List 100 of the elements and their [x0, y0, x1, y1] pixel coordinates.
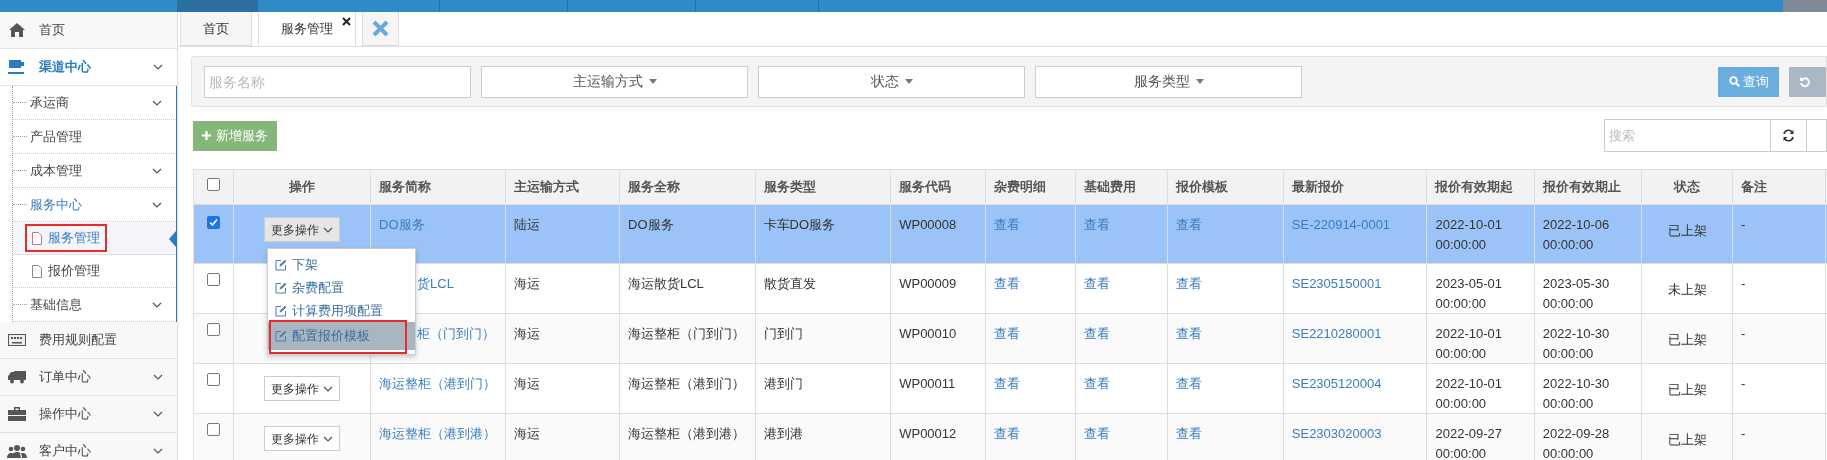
table-row[interactable]: 更多操作 海运整柜（港到港） 海运 海运整柜（港到港） 港到港 WP00012 查看 查看 查看 SE2303020003 2022-09-27 00:00:00 2022-09-28 00:00:00 已上架 -: [193, 413, 1827, 460]
sidebar-subitem[interactable]: 产品管理: [13, 120, 176, 154]
edit-icon: [275, 281, 288, 294]
table-link[interactable]: SE2305120004: [1291, 376, 1382, 391]
table-cell: 2022-09-28 00:00:00: [1542, 426, 1610, 460]
table-cell: 已上架: [1667, 332, 1707, 347]
tab[interactable]: 服务管理: [258, 12, 356, 46]
refresh-button[interactable]: [1771, 119, 1807, 152]
more-actions-button[interactable]: 更多操作: [264, 426, 341, 451]
table-cell: 2022-10-01 00:00:00: [1435, 376, 1502, 411]
table-cell: -: [1741, 426, 1746, 441]
table-link[interactable]: 查看: [994, 276, 1021, 291]
sidebar-subitem[interactable]: 报价管理: [13, 255, 176, 288]
table-link[interactable]: 查看: [1176, 326, 1203, 341]
undo-icon: [1799, 75, 1811, 88]
table-link[interactable]: 查看: [1084, 426, 1111, 441]
table-cell: 港到门: [763, 376, 803, 391]
table-cell: 海运: [513, 376, 540, 391]
column-header[interactable]: 报价模板: [1167, 169, 1284, 205]
table-link[interactable]: 查看: [1176, 426, 1203, 441]
checkbox[interactable]: [207, 216, 221, 229]
sidebar-item[interactable]: 渠道中心: [0, 49, 177, 86]
filter-dropdown[interactable]: 服务类型: [1035, 65, 1302, 98]
table-cell: 海运整柜（港到门）: [628, 376, 745, 391]
checkbox[interactable]: [207, 423, 221, 436]
close-icon[interactable]: [342, 17, 351, 26]
table-cell: 2023-05-30 00:00:00: [1542, 276, 1610, 311]
table-row[interactable]: 更多操作 海运整柜（港到门） 海运 海运整柜（港到门） 港到门 WP00011 查看 查看 查看 SE2305120004 2022-10-01 00:00:00 2022-10-30 00:00:00 已上架 -: [193, 363, 1827, 414]
column-header[interactable]: 操作: [233, 169, 371, 205]
table-link[interactable]: 查看: [994, 326, 1021, 341]
column-header[interactable]: 杂费明细: [985, 169, 1076, 205]
table-link[interactable]: 查看: [994, 376, 1021, 391]
more-actions-button[interactable]: 更多操作: [264, 217, 341, 242]
refresh-icon: [1782, 129, 1795, 142]
keyboard-icon: [8, 334, 26, 346]
column-header[interactable]: 基础费用: [1075, 169, 1168, 205]
table-cell: -: [1741, 326, 1746, 341]
checkbox[interactable]: [207, 178, 221, 192]
table-link[interactable]: 柜（门到门）: [417, 326, 496, 341]
table-link[interactable]: SE2305150001: [1291, 276, 1382, 291]
table-link[interactable]: 查看: [1084, 326, 1111, 341]
column-header[interactable]: 最新报价: [1283, 169, 1427, 205]
table-cell: 海运: [513, 326, 540, 341]
menu-item[interactable]: 杂费配置: [268, 276, 416, 299]
filter-dropdown[interactable]: 状态: [758, 65, 1025, 98]
checkbox[interactable]: [207, 323, 221, 336]
table-cell: WP00011: [899, 376, 956, 391]
chevron-down-icon: [323, 385, 334, 392]
chevron-down-icon: [323, 226, 334, 233]
column-header[interactable]: 服务类型: [755, 169, 891, 205]
edit-icon: [275, 330, 288, 342]
table-cell: -: [1741, 376, 1746, 391]
more-actions-button[interactable]: 更多操作: [264, 376, 341, 401]
table-cell: 2022-10-06 00:00:00: [1542, 217, 1610, 252]
table-link[interactable]: 查看: [1084, 376, 1111, 391]
column-header[interactable]: 服务代码: [890, 169, 986, 205]
caret-down-icon: [904, 79, 913, 84]
table-cell: 海运散货LCL: [628, 276, 704, 291]
table-cell: 陆运: [513, 217, 540, 232]
checkbox[interactable]: [207, 273, 221, 286]
cup-icon: [8, 60, 26, 74]
sidebar-subitem[interactable]: 基础信息: [13, 288, 176, 322]
filter-dropdown[interactable]: 主运输方式: [481, 65, 748, 98]
table-cell: 海运整柜（港到港）: [628, 426, 745, 441]
search-field[interactable]: 搜索: [1604, 119, 1771, 152]
table-link[interactable]: SE2210280001: [1291, 326, 1382, 341]
sidebar-subitem[interactable]: 服务管理: [13, 222, 176, 255]
column-header[interactable]: 备注: [1732, 169, 1826, 205]
column-header[interactable]: 报价有效期止: [1534, 169, 1642, 205]
table-cell: 未上架: [1667, 282, 1707, 297]
table-link[interactable]: 查看: [1176, 376, 1203, 391]
column-header[interactable]: 服务简称: [370, 169, 506, 205]
file-icon: [32, 264, 42, 278]
column-header[interactable]: 状态: [1641, 169, 1733, 205]
tab[interactable]: 首页: [180, 12, 252, 46]
column-header[interactable]: 主运输方式: [505, 169, 620, 205]
table-cell: WP00009: [899, 276, 957, 291]
sidebar-item[interactable]: 费用规则配置: [0, 322, 177, 359]
table-link[interactable]: 查看: [994, 426, 1021, 441]
sidebar-subitem[interactable]: 成本管理: [13, 154, 176, 188]
plus-icon: [202, 131, 211, 140]
table-cell: 门到门: [763, 326, 803, 341]
sidebar-item[interactable]: 订单中心: [0, 359, 177, 396]
table-cell: WP00012: [899, 426, 957, 441]
search-icon: [1728, 76, 1740, 87]
sidebar-item[interactable]: 客户中心: [0, 433, 177, 460]
sidebar-subitem[interactable]: 承运商: [13, 86, 176, 120]
table-link[interactable]: 货LCL: [417, 276, 454, 291]
caret-down-icon: [648, 79, 657, 84]
column-header[interactable]: 报价有效期起: [1427, 169, 1535, 205]
table-link[interactable]: 查看: [1084, 276, 1111, 291]
sidebar-item[interactable]: 操作中心: [0, 396, 177, 433]
close-all-tab[interactable]: [362, 12, 399, 46]
table-cell: 已上架: [1667, 382, 1707, 397]
table-link[interactable]: 查看: [1176, 276, 1203, 291]
edit-icon: [275, 258, 288, 271]
table-cell: 2022-10-01 00:00:00: [1435, 217, 1502, 252]
column-header[interactable]: 服务全称: [619, 169, 756, 205]
checkbox[interactable]: [207, 373, 221, 386]
search-field[interactable]: 服务名称: [204, 65, 471, 98]
